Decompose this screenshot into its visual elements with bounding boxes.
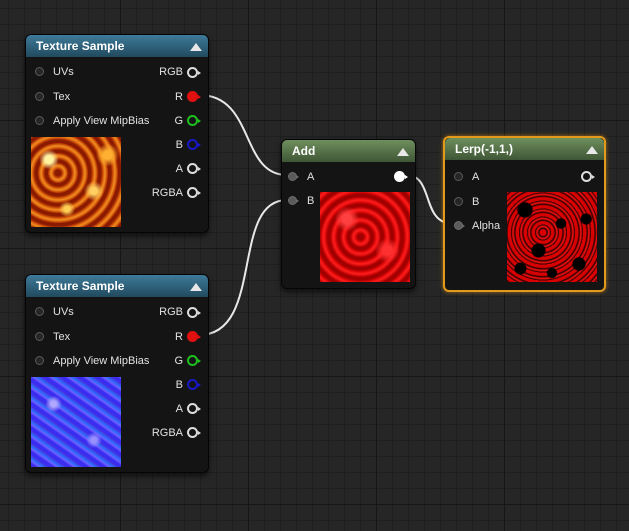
add-node[interactable]: Add A B xyxy=(281,139,416,289)
input-label-uvs: UVs xyxy=(53,306,74,318)
input-label-tex: Tex xyxy=(53,331,71,343)
input-pin-b[interactable] xyxy=(454,197,463,206)
input-label-a: A xyxy=(307,171,315,183)
input-label-alpha: Alpha xyxy=(472,220,501,232)
output-label-a: A xyxy=(175,403,183,415)
input-pin-uvs[interactable] xyxy=(35,67,44,76)
texture-preview-fire xyxy=(31,137,121,227)
input-label-a: A xyxy=(472,171,480,183)
output-label-a: A xyxy=(175,163,183,175)
collapse-arrow-icon[interactable] xyxy=(190,283,202,291)
input-pin-a[interactable] xyxy=(454,172,463,181)
output-label-g: G xyxy=(174,115,183,127)
input-label-tex: Tex xyxy=(53,91,71,103)
lerp-node[interactable]: Lerp(-1,1,) A B Alpha xyxy=(443,136,606,292)
output-pin[interactable] xyxy=(581,171,595,182)
texture-sample-node-2[interactable]: Texture Sample UVs Tex Apply View MipBia… xyxy=(25,274,209,473)
input-pin-tex[interactable] xyxy=(35,332,44,341)
output-pin-rgba[interactable] xyxy=(187,427,201,438)
output-label-rgba: RGBA xyxy=(151,427,183,439)
node-title: Texture Sample xyxy=(36,279,125,293)
output-pin-b[interactable] xyxy=(187,139,201,150)
input-label-apply-view-mipbias: Apply View MipBias xyxy=(53,355,150,367)
collapse-arrow-icon[interactable] xyxy=(190,43,202,51)
node-header[interactable]: Lerp(-1,1,) xyxy=(445,138,604,160)
collapse-arrow-icon[interactable] xyxy=(586,146,598,154)
preview-thumbnail xyxy=(507,192,597,282)
input-label-uvs: UVs xyxy=(53,66,74,78)
output-label-b: B xyxy=(175,379,183,391)
node-title: Lerp(-1,1,) xyxy=(455,142,514,156)
output-label-rgba: RGBA xyxy=(151,187,183,199)
collapse-arrow-icon[interactable] xyxy=(397,148,409,156)
output-label-g: G xyxy=(174,355,183,367)
output-label-b: B xyxy=(175,139,183,151)
input-pin-apply-view-mipbias[interactable] xyxy=(35,356,44,365)
node-header[interactable]: Texture Sample xyxy=(26,35,208,57)
node-header[interactable]: Texture Sample xyxy=(26,275,208,297)
output-pin-b[interactable] xyxy=(187,379,201,390)
output-pin-r[interactable] xyxy=(187,331,201,342)
texture-preview-normal-map xyxy=(31,377,121,467)
output-pin-g[interactable] xyxy=(187,115,201,126)
input-pin-tex[interactable] xyxy=(35,92,44,101)
output-pin-r[interactable] xyxy=(187,91,201,102)
output-pin-rgba[interactable] xyxy=(187,187,201,198)
input-label-b: B xyxy=(472,196,480,208)
node-title: Add xyxy=(292,144,316,158)
wire-tex2-r-to-add-b[interactable] xyxy=(198,199,288,336)
output-pin-rgb[interactable] xyxy=(187,67,201,78)
output-pin-rgb[interactable] xyxy=(187,307,201,318)
input-pin-uvs[interactable] xyxy=(35,307,44,316)
node-header[interactable]: Add xyxy=(282,140,415,162)
output-label-rgb: RGB xyxy=(159,306,183,318)
node-title: Texture Sample xyxy=(36,39,125,53)
wire-tex1-r-to-add-a[interactable] xyxy=(198,94,288,176)
input-label-b: B xyxy=(307,195,315,207)
output-pin[interactable] xyxy=(394,171,408,182)
input-pin-alpha[interactable] xyxy=(454,221,465,230)
preview-thumbnail xyxy=(320,192,410,282)
output-label-rgb: RGB xyxy=(159,66,183,78)
input-pin-b[interactable] xyxy=(288,196,299,205)
output-label-r: R xyxy=(175,91,183,103)
input-label-apply-view-mipbias: Apply View MipBias xyxy=(53,115,150,127)
output-pin-a[interactable] xyxy=(187,403,201,414)
output-pin-a[interactable] xyxy=(187,163,201,174)
texture-sample-node-1[interactable]: Texture Sample UVs Tex Apply View MipBia… xyxy=(25,34,209,233)
output-label-r: R xyxy=(175,331,183,343)
input-pin-apply-view-mipbias[interactable] xyxy=(35,116,44,125)
output-pin-g[interactable] xyxy=(187,355,201,366)
input-pin-a[interactable] xyxy=(288,172,299,181)
